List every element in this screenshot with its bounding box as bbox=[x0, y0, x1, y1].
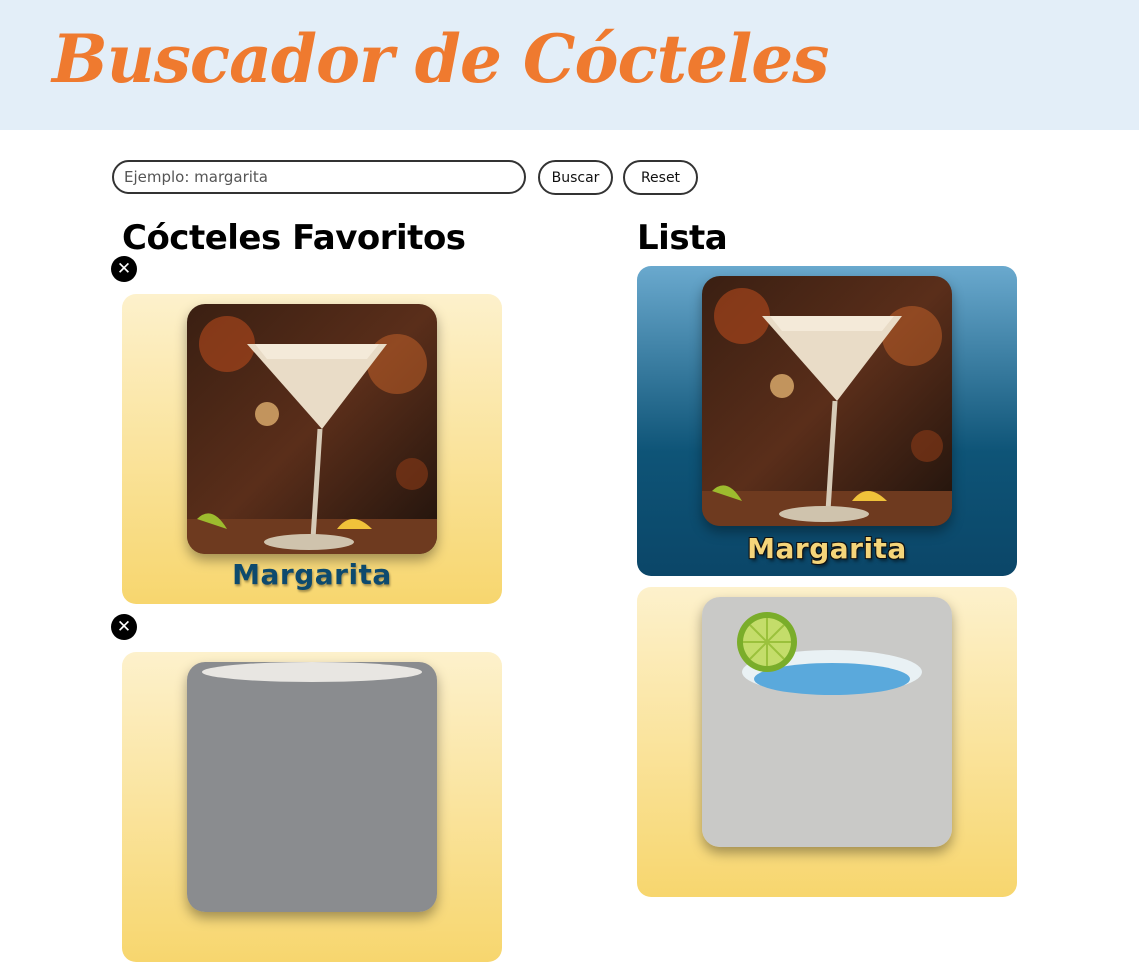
cocktail-name: Margarita bbox=[747, 532, 907, 565]
close-icon: ✕ bbox=[116, 617, 132, 637]
search-input[interactable] bbox=[112, 160, 526, 194]
reset-button[interactable]: Reset bbox=[623, 160, 698, 195]
margarita-photo bbox=[187, 304, 437, 554]
page-header: Buscador de Cócteles bbox=[0, 0, 1139, 130]
close-icon: ✕ bbox=[116, 259, 132, 279]
search-button[interactable]: Buscar bbox=[538, 160, 613, 195]
remove-favorite-button[interactable]: ✕ bbox=[111, 256, 137, 282]
list-card[interactable] bbox=[637, 587, 1017, 897]
list-title: Lista bbox=[637, 218, 728, 258]
list-card[interactable]: Margarita bbox=[637, 266, 1017, 576]
cocktail-name: Margarita bbox=[232, 558, 392, 591]
site-title: Buscador de Cócteles bbox=[52, 20, 829, 98]
favorite-card[interactable]: Margarita bbox=[122, 294, 502, 604]
blue-margarita-photo bbox=[702, 597, 952, 847]
favorites-title: Cócteles Favoritos bbox=[122, 218, 466, 258]
margarita-photo bbox=[702, 276, 952, 526]
remove-favorite-button[interactable]: ✕ bbox=[111, 614, 137, 640]
favorite-card[interactable] bbox=[122, 652, 502, 962]
cocktail-photo-partial bbox=[187, 662, 437, 912]
